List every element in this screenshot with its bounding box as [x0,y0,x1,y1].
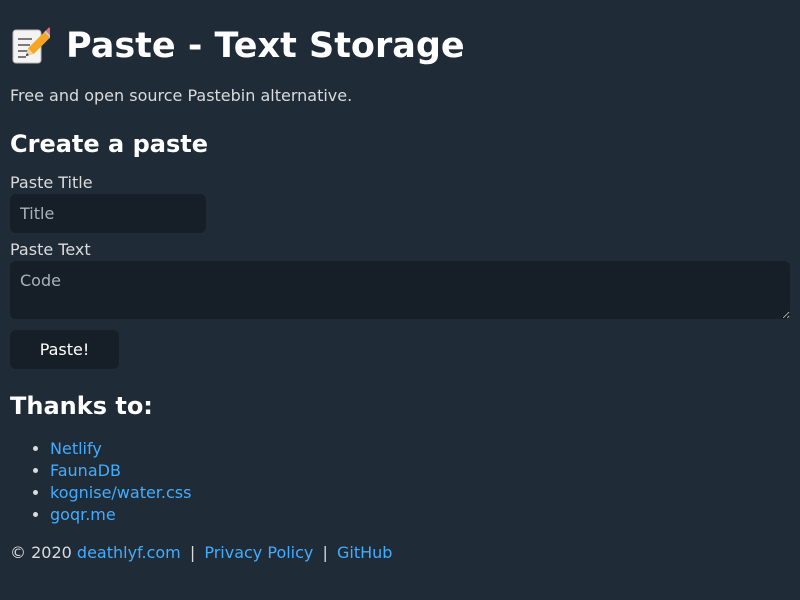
copyright-text: © 2020 [10,543,72,562]
water-css-link[interactable]: kognise/water.css [50,483,191,502]
privacy-policy-link[interactable]: Privacy Policy [204,543,313,562]
list-item: FaunaDB [50,460,191,482]
page-title: Paste - Text Storage [66,26,465,66]
paste-title-label: Paste Title [10,173,93,192]
paste-text-input[interactable] [10,261,790,319]
page-header: Paste - Text Storage [10,24,465,68]
page: Paste - Text Storage Free and open sourc… [0,0,800,600]
paste-title-input[interactable] [10,194,206,233]
paste-button[interactable]: Paste! [10,330,119,369]
goqr-link[interactable]: goqr.me [50,505,116,524]
memo-icon [10,26,55,66]
footer-separator: | [322,543,328,562]
footer-separator: | [189,543,196,562]
list-item: goqr.me [50,504,191,526]
author-link[interactable]: deathlyf.com [77,543,181,562]
thanks-list: Netlify FaunaDB kognise/water.css goqr.m… [10,438,191,526]
footer: © 2020 deathlyf.com | Privacy Policy | G… [10,543,392,563]
paste-text-label: Paste Text [10,240,91,259]
github-link[interactable]: GitHub [337,543,392,562]
list-item: Netlify [50,438,191,460]
list-item: kognise/water.css [50,482,191,504]
faunadb-link[interactable]: FaunaDB [50,461,121,480]
thanks-heading: Thanks to: [10,392,153,420]
page-subtitle: Free and open source Pastebin alternativ… [10,86,353,105]
create-paste-heading: Create a paste [10,130,208,158]
netlify-link[interactable]: Netlify [50,439,102,458]
